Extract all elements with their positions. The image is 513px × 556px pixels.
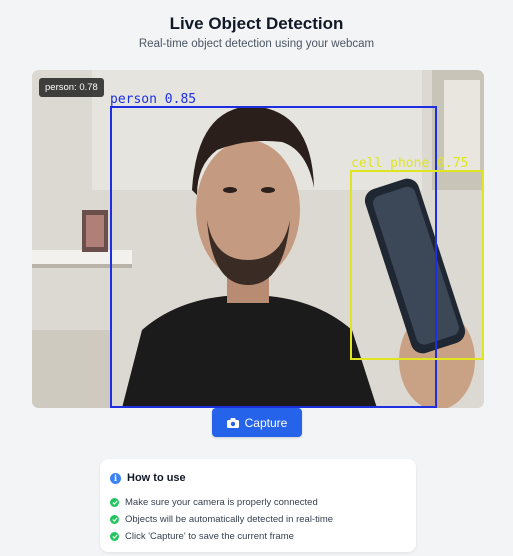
capture-button[interactable]: Capture: [212, 408, 302, 437]
how-to-use-panel: i How to use Make sure your camera is pr…: [100, 459, 416, 552]
check-circle-icon: [110, 532, 119, 541]
list-item: Objects will be automatically detected i…: [110, 511, 333, 528]
person-detection-label: person 0.85: [110, 92, 197, 107]
list-item: Make sure your camera is properly connec…: [110, 494, 333, 511]
check-circle-icon: [110, 498, 119, 507]
cell-phone-detection-label: cell phone 0.75: [351, 156, 469, 171]
how-to-use-header: i How to use: [110, 472, 186, 484]
camera-icon: [226, 417, 239, 428]
page-title: Live Object Detection: [169, 14, 344, 33]
list-item-text: Objects will be automatically detected i…: [125, 514, 334, 525]
detection-overlay-badge: person: 0.78: [39, 78, 104, 97]
how-to-use-list: Make sure your camera is properly connec…: [110, 494, 333, 545]
list-item: Click 'Capture' to save the current fram…: [110, 528, 333, 545]
how-to-use-title: How to use: [127, 472, 186, 484]
webcam-video-feed: person: 0.78 person 0.85 cell phone 0.75: [32, 70, 484, 408]
info-icon: i: [110, 472, 121, 484]
list-item-text: Make sure your camera is properly connec…: [125, 497, 318, 508]
capture-button-label: Capture: [244, 415, 288, 430]
check-circle-icon: [110, 515, 119, 524]
page-subtitle: Real-time object detection using your we…: [138, 38, 375, 50]
cell-phone-bounding-box: [350, 170, 484, 360]
list-item-text: Click 'Capture' to save the current fram…: [125, 531, 294, 542]
